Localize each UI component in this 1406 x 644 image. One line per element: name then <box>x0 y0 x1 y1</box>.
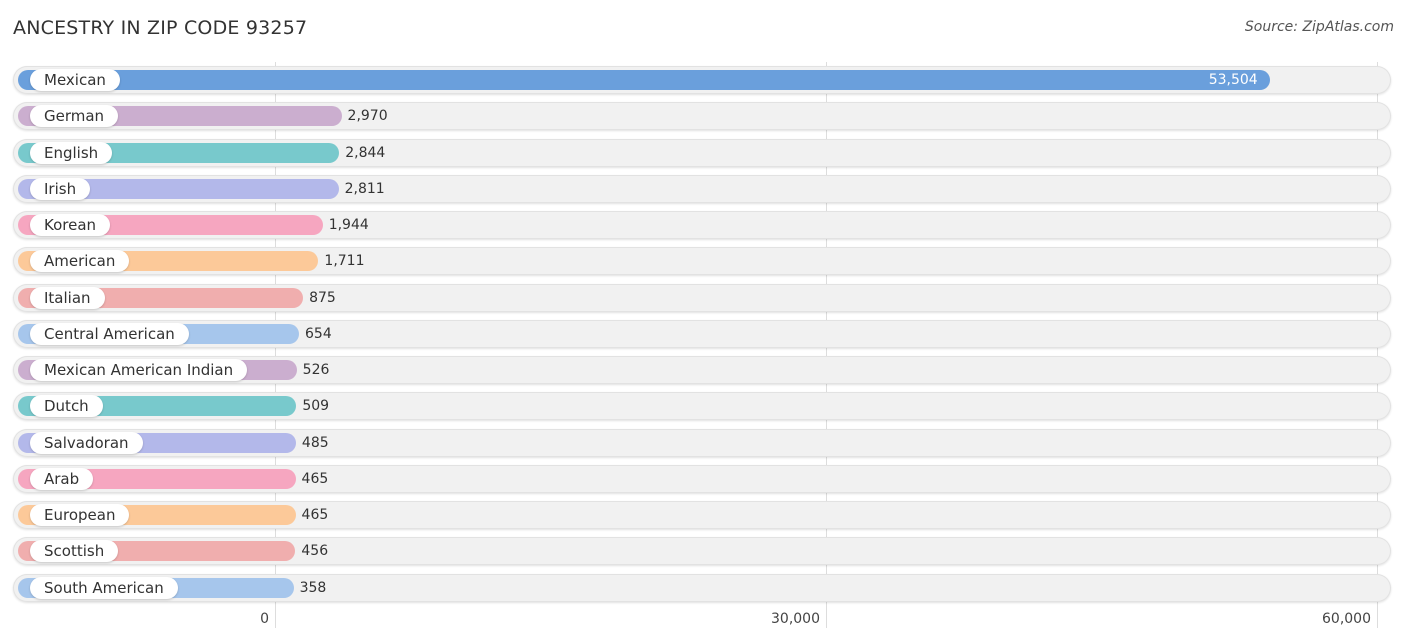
value-label: 2,844 <box>345 144 386 161</box>
category-label: European <box>30 504 130 526</box>
x-tick-label: 60,000 <box>1322 611 1371 627</box>
x-tick-label: 0 <box>260 611 269 627</box>
category-label: Irish <box>30 177 91 200</box>
category-label: American <box>30 250 130 273</box>
category-label: South American <box>30 576 178 599</box>
category-label: Salvadoran <box>30 431 143 454</box>
value-label: 526 <box>302 362 330 378</box>
category-label: Korean <box>30 214 111 236</box>
category-label: Mexican <box>30 69 120 91</box>
value-label: 485 <box>301 434 329 451</box>
category-label: German <box>30 105 119 128</box>
category-label: Arab <box>30 467 94 490</box>
category-label: English <box>30 141 113 164</box>
category-label: Dutch <box>30 395 103 418</box>
category-label: Scottish <box>30 540 119 563</box>
value-label: 465 <box>301 507 329 523</box>
bar <box>18 70 1270 90</box>
value-label: 1,711 <box>324 253 365 270</box>
value-label: 358 <box>299 579 327 596</box>
value-label: 465 <box>301 470 329 487</box>
category-label: Italian <box>30 286 105 309</box>
value-label: 2,811 <box>344 180 385 197</box>
source-label: Source: ZipAtlas.com <box>1244 19 1394 35</box>
value-label: 509 <box>302 398 330 415</box>
category-label: Mexican American Indian <box>30 359 248 381</box>
value-label: 875 <box>309 289 336 306</box>
value-label: 2,970 <box>347 108 388 125</box>
value-label: 1,944 <box>328 217 369 233</box>
x-tick-label: 30,000 <box>771 611 820 627</box>
category-label: Central American <box>30 322 189 345</box>
value-label: 53,504 <box>1208 72 1258 88</box>
chart-title: ANCESTRY IN ZIP CODE 93257 <box>13 17 308 39</box>
value-label: 456 <box>301 543 329 560</box>
value-label: 654 <box>305 325 332 342</box>
